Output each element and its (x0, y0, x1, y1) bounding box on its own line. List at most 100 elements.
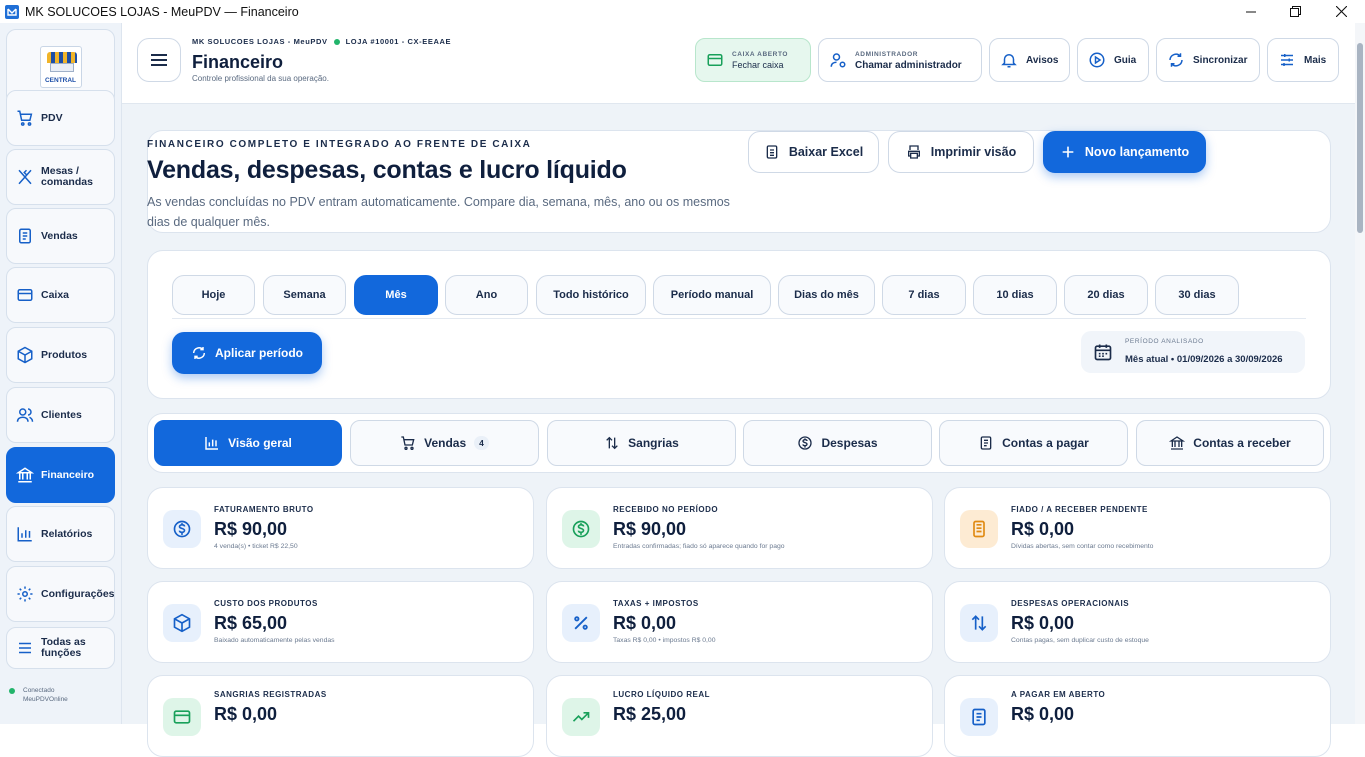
sidebar-item-caixa[interactable]: Caixa (6, 267, 115, 323)
bar-chart-icon (16, 525, 34, 543)
bell-icon (1000, 51, 1018, 69)
utensils-icon (16, 168, 34, 186)
sincronizar-button[interactable]: Sincronizar (1156, 38, 1260, 82)
hero-description: As vendas concluídas no PDV entram autom… (147, 195, 730, 229)
period-ano-button[interactable]: Ano (445, 275, 528, 315)
sidebar: CENTRAL PDV Mesas / comandas Vendas Caix… (0, 23, 122, 724)
period-10-dias-button[interactable]: 10 dias (973, 275, 1057, 315)
sidebar-item-vendas[interactable]: Vendas (6, 208, 115, 264)
status-dot (9, 688, 15, 694)
sidebar-item-pdv[interactable]: PDV (6, 90, 115, 146)
sidebar-item-configuracoes[interactable]: Configurações (6, 566, 115, 622)
dollar-circle-icon (562, 510, 600, 548)
bank-icon (1169, 435, 1186, 451)
wallet-icon (163, 698, 201, 736)
sidebar-item-label: Todas as funções (41, 636, 86, 659)
printer-icon (906, 144, 922, 160)
store-info: MK SOLUCOES LOJAS - MeuPDV LOJA #10001 -… (192, 37, 452, 46)
page-subtitle: Controle profissional da sua operação. (192, 74, 329, 83)
sidebar-item-label: Mesas / comandas (41, 165, 93, 188)
tab-contas-a-pagar[interactable]: Contas a pagar (939, 420, 1128, 466)
period-manual-button[interactable]: Período manual (653, 275, 771, 315)
window-titlebar: MK SOLUCOES LOJAS - MeuPDV — Financeiro (0, 0, 1365, 23)
sidebar-item-label: Relatórios (41, 527, 93, 540)
sidebar-item-produtos[interactable]: Produtos (6, 327, 115, 383)
metric-a-pagar-aberto: A PAGAR EM ABERTO R$ 0,00 (944, 675, 1331, 757)
close-window-button[interactable] (1318, 0, 1364, 23)
window-title: MK SOLUCOES LOJAS - MeuPDV — Financeiro (25, 4, 299, 19)
bank-icon (16, 466, 34, 484)
count-badge: 4 (474, 436, 489, 450)
metric-despesas-operacionais: DESPESAS OPERACIONAIS R$ 0,00 Contas pag… (944, 581, 1331, 663)
vertical-scrollbar[interactable] (1355, 23, 1365, 724)
tab-despesas[interactable]: Despesas (743, 420, 932, 466)
user-gear-icon (829, 51, 847, 69)
percent-icon (562, 604, 600, 642)
metric-custo-produtos: CUSTO DOS PRODUTOS R$ 65,00 Baixado auto… (147, 581, 534, 663)
play-circle-icon (1088, 51, 1106, 69)
period-card (147, 250, 1331, 399)
wallet-icon (16, 286, 34, 304)
mais-button[interactable]: Mais (1267, 38, 1339, 82)
tab-sangrias[interactable]: Sangrias (547, 420, 736, 466)
fechar-caixa-button[interactable]: CAIXA ABERTO Fechar caixa (695, 38, 811, 82)
arrows-icon (604, 435, 620, 451)
hamburger-menu-button[interactable] (137, 38, 181, 82)
users-icon (16, 406, 34, 424)
period-dias-do-mes-button[interactable]: Dias do mês (778, 275, 875, 315)
sidebar-item-label: Financeiro (41, 468, 95, 481)
sidebar-item-label: Caixa (41, 288, 70, 301)
chamar-administrador-button[interactable]: ADMINISTRADOR Chamar administrador (818, 38, 982, 82)
metric-sangrias-registradas: SANGRIAS REGISTRADAS R$ 0,00 (147, 675, 534, 757)
period-20-dias-button[interactable]: 20 dias (1064, 275, 1148, 315)
document-icon (960, 698, 998, 736)
hero-title: Vendas, despesas, contas e lucro líquido (147, 156, 627, 184)
refresh-icon (1167, 51, 1185, 69)
tab-contas-a-receber[interactable]: Contas a receber (1136, 420, 1324, 466)
menu-icon (16, 639, 34, 657)
metric-fiado-pendente: FIADO / A RECEBER PENDENTE R$ 0,00 Dívid… (944, 487, 1331, 569)
top-header: MK SOLUCOES LOJAS - MeuPDV LOJA #10001 -… (122, 23, 1355, 104)
sliders-icon (1278, 51, 1296, 69)
avisos-button[interactable]: Avisos (989, 38, 1070, 82)
metric-recebido-periodo: RECEBIDO NO PERÍODO R$ 90,00 Entradas co… (546, 487, 933, 569)
calendar-icon (1093, 342, 1113, 362)
metric-faturamento-bruto: FATURAMENTO BRUTO R$ 90,00 4 venda(s) • … (147, 487, 534, 569)
scrollbar-thumb[interactable] (1357, 43, 1363, 233)
box-icon (163, 604, 201, 642)
app-icon (5, 4, 19, 19)
imprimir-visao-button[interactable]: Imprimir visão (888, 131, 1034, 173)
online-dot (333, 38, 340, 45)
restore-button[interactable] (1272, 0, 1318, 23)
aplicar-periodo-button[interactable]: Aplicar período (172, 332, 322, 374)
baixar-excel-button[interactable]: Baixar Excel (748, 131, 879, 173)
sidebar-item-relatorios[interactable]: Relatórios (6, 506, 115, 562)
arrows-icon (960, 604, 998, 642)
period-7-dias-button[interactable]: 7 dias (882, 275, 966, 315)
spreadsheet-icon (764, 144, 780, 160)
guia-button[interactable]: Guia (1077, 38, 1149, 82)
periodo-analisado: PERÍODO ANALISADO Mês atual • 01/09/2026 … (1081, 331, 1305, 373)
receipt-icon (960, 510, 998, 548)
period-todo-historico-button[interactable]: Todo histórico (536, 275, 646, 315)
hero-eyebrow: FINANCEIRO COMPLETO E INTEGRADO AO FRENT… (147, 139, 532, 150)
sidebar-item-label: PDV (41, 111, 63, 124)
sidebar-item-label: Configurações (41, 587, 115, 600)
sidebar-item-financeiro[interactable]: Financeiro (6, 447, 115, 503)
period-hoje-button[interactable]: Hoje (172, 275, 255, 315)
sidebar-item-clientes[interactable]: Clientes (6, 387, 115, 443)
period-30-dias-button[interactable]: 30 dias (1155, 275, 1239, 315)
novo-lancamento-button[interactable]: Novo lançamento (1043, 131, 1206, 173)
divider (172, 318, 1306, 319)
sidebar-item-todas-funcoes[interactable]: Todas as funções (6, 627, 115, 669)
sidebar-item-label: Clientes (41, 408, 82, 421)
tab-vendas[interactable]: Vendas 4 (350, 420, 539, 466)
minimize-button[interactable] (1228, 0, 1274, 23)
box-icon (16, 346, 34, 364)
tab-visao-geral[interactable]: Visão geral (154, 420, 342, 466)
period-mes-button[interactable]: Mês (354, 275, 438, 315)
period-semana-button[interactable]: Semana (263, 275, 346, 315)
sidebar-item-mesas[interactable]: Mesas / comandas (6, 149, 115, 205)
refresh-icon (191, 345, 207, 361)
store-logo: CENTRAL (39, 46, 82, 88)
